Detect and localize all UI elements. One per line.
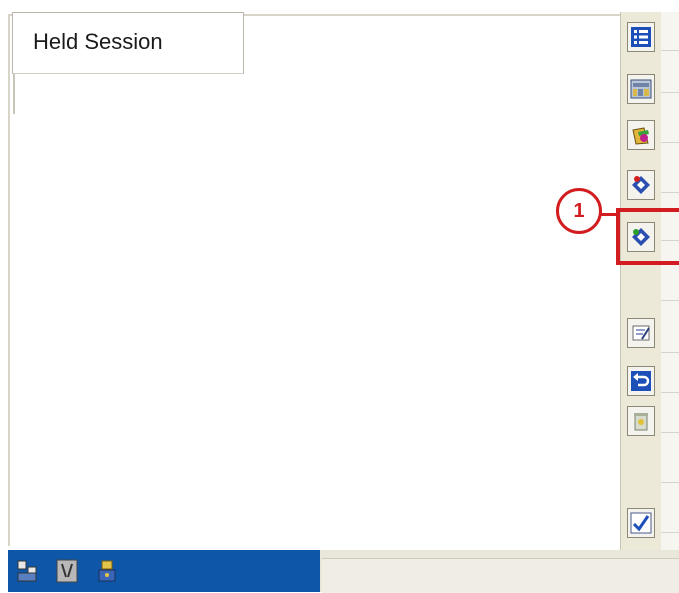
right-grid-strip: [660, 12, 679, 592]
recycle-bin-icon: [634, 413, 648, 431]
callout-highlight-box: [616, 208, 679, 265]
taskbar-user-tree-button[interactable]: [14, 555, 40, 587]
tab-divider: [13, 74, 15, 114]
disk-remove-icon: [632, 176, 650, 194]
main-panel: [8, 14, 622, 546]
confirm-button[interactable]: [627, 508, 655, 538]
remove-from-disk-button[interactable]: [627, 170, 655, 200]
undo-button[interactable]: [627, 366, 655, 396]
callout-number: 1: [573, 199, 585, 222]
tools-icon: [56, 559, 78, 583]
list-icon: [631, 27, 651, 47]
taskbar-tools-button[interactable]: [54, 555, 80, 587]
keyboard-icon: [630, 79, 652, 99]
paint-button[interactable]: [627, 120, 655, 150]
paint-icon: [632, 127, 649, 145]
taskbar-lock-user-button[interactable]: [94, 555, 120, 587]
vertical-toolbar: [620, 12, 661, 552]
keyboard-button[interactable]: [627, 74, 655, 104]
held-session-label: Held Session: [33, 29, 163, 54]
callout-badge: 1: [556, 188, 602, 234]
held-session-tab[interactable]: Held Session: [12, 12, 244, 74]
status-panel: [322, 558, 679, 593]
list-view-button[interactable]: [627, 22, 655, 52]
checkmark-icon: [630, 512, 652, 534]
user-tree-icon: [17, 560, 37, 582]
lock-user-icon: [98, 560, 116, 582]
recycle-bin-button[interactable]: [627, 406, 655, 436]
undo-icon: [631, 371, 651, 391]
edit-note-icon: [632, 325, 650, 341]
edit-note-button[interactable]: [627, 318, 655, 348]
